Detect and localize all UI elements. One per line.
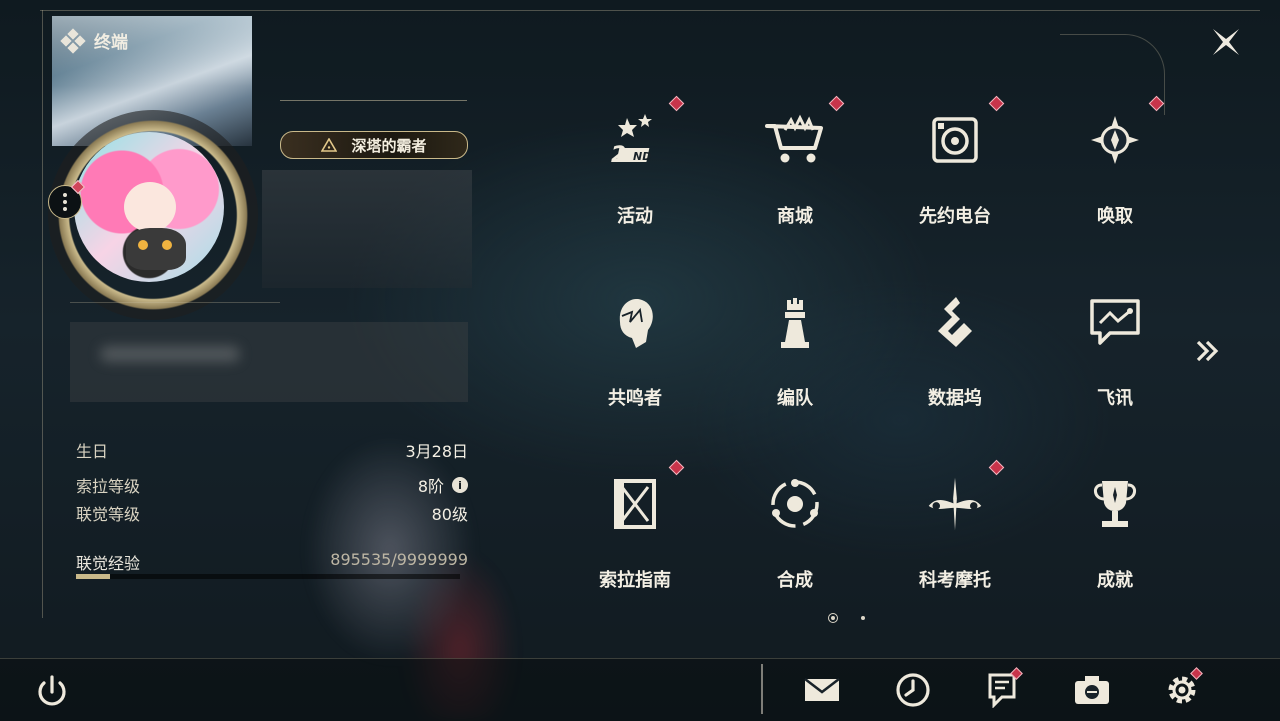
new-badge — [988, 459, 1005, 476]
terminal-logo-icon — [60, 27, 86, 54]
new-badge — [828, 95, 845, 112]
menu-item-radio[interactable]: 先约电台 — [875, 84, 1035, 264]
stat-label: 索拉等级 — [76, 477, 141, 496]
menu-item-synthesis[interactable]: 合成 — [715, 448, 875, 628]
menu-item-label: 飞讯 — [1097, 388, 1133, 409]
page-dot-active[interactable] — [828, 613, 838, 623]
title-badge-label: 深塔的霸者 — [351, 136, 427, 155]
notice-button[interactable] — [982, 667, 1023, 710]
menu-item-messages[interactable]: 飞讯 — [1035, 266, 1195, 446]
svg-text:ND: ND — [633, 150, 651, 163]
clock-icon — [896, 673, 930, 707]
info-icon[interactable]: i — [452, 477, 468, 493]
power-button[interactable] — [32, 672, 72, 712]
motorbike-icon — [925, 474, 985, 534]
camera-button[interactable] — [1072, 670, 1112, 710]
terminal-header: 终端 — [60, 27, 128, 54]
menu-item-shop[interactable]: 商城 — [715, 84, 875, 264]
next-page-button[interactable] — [1193, 336, 1223, 366]
menu-item-label: 索拉指南 — [599, 570, 671, 591]
title-divider — [280, 100, 467, 101]
new-badge — [668, 459, 685, 476]
guide-book-icon — [605, 474, 665, 534]
data-bank-icon — [925, 292, 985, 352]
frame-line-left — [42, 10, 43, 618]
event-2nd-icon: 2 ND — [605, 110, 665, 170]
time-button[interactable] — [893, 670, 933, 710]
title-badge[interactable]: 深塔的霸者 — [280, 131, 468, 159]
avatar[interactable] — [74, 132, 224, 282]
menu-item-label: 先约电台 — [919, 206, 991, 227]
camera-icon — [1075, 676, 1109, 704]
stat-value: 80级 — [431, 505, 468, 524]
resonator-head-icon — [605, 292, 665, 352]
stat-sol-level: 索拉等级 8阶 i — [76, 471, 468, 499]
warning-triangle-icon — [321, 138, 338, 152]
close-icon — [1213, 29, 1239, 55]
stat-label: 生日 — [76, 442, 109, 461]
menu-item-resonators[interactable]: 共鸣者 — [555, 266, 715, 446]
menu-item-guidebook[interactable]: 索拉指南 — [555, 448, 715, 628]
double-chevron-right-icon — [1196, 340, 1219, 362]
menu-item-label: 共鸣者 — [608, 388, 662, 409]
mail-button[interactable] — [802, 670, 842, 710]
menu-item-label: 科考摩托 — [919, 570, 991, 591]
menu-item-data-bank[interactable]: 数据坞 — [875, 266, 1035, 446]
exp-progress-fill — [76, 574, 111, 579]
menu-item-achievements[interactable]: 成就 — [1035, 448, 1195, 628]
exp-label: 联觉经验 — [76, 554, 141, 573]
new-badge — [668, 95, 685, 112]
menu-item-label: 成就 — [1097, 570, 1133, 591]
settings-button[interactable] — [1162, 667, 1203, 710]
shop-cart-icon — [765, 110, 825, 170]
hidden-signature-block — [70, 322, 468, 402]
profile-divider — [70, 302, 280, 303]
synthesis-icon — [765, 474, 825, 534]
power-icon — [38, 675, 66, 706]
stat-value-wrap: 8阶 i — [418, 473, 468, 497]
exp-progress-bar — [76, 574, 460, 579]
page-dot[interactable] — [861, 616, 865, 620]
new-badge — [1148, 95, 1165, 112]
mail-icon — [804, 678, 840, 701]
team-chess-icon — [765, 292, 825, 352]
message-chat-icon — [1085, 292, 1145, 352]
stat-label: 联觉等级 — [76, 505, 141, 524]
close-button[interactable] — [1206, 22, 1246, 62]
menu-item-motorbike[interactable]: 科考摩托 — [875, 448, 1035, 628]
stat-union-level: 联觉等级 80级 — [76, 499, 468, 527]
menu-item-label: 合成 — [777, 570, 813, 591]
page-title: 终端 — [94, 33, 128, 53]
menu-item-label: 编队 — [777, 388, 813, 409]
frame-line-top — [40, 10, 1260, 11]
hidden-name-block — [262, 170, 472, 288]
menu-item-team[interactable]: 编队 — [715, 266, 875, 446]
menu-item-label: 数据坞 — [928, 388, 982, 409]
bottom-divider — [761, 664, 763, 714]
menu-item-label: 活动 — [617, 206, 653, 227]
stat-value: 8阶 — [417, 477, 444, 496]
menu-item-label: 唤取 — [1097, 206, 1133, 227]
convene-compass-icon — [1085, 110, 1145, 170]
radio-icon — [925, 110, 985, 170]
menu-item-label: 商城 — [777, 206, 813, 227]
menu-item-activity[interactable]: 2 ND 活动 — [555, 84, 715, 264]
stat-value: 3月28日 — [405, 442, 468, 461]
menu-grid: 2 ND 活动 商城 先约电台 — [555, 84, 1195, 604]
exp-value: 895535/9999999 — [330, 550, 468, 569]
new-badge — [988, 95, 1005, 112]
stat-birthday: 生日 3月28日 — [76, 436, 468, 464]
exp-row: 联觉经验 895535/9999999 — [76, 550, 468, 574]
page-indicator — [828, 612, 868, 624]
trophy-icon — [1085, 474, 1145, 534]
profile-stats: 生日 3月28日 索拉等级 8阶 i 联觉等级 80级 — [76, 436, 468, 527]
menu-item-convene[interactable]: 唤取 — [1035, 84, 1195, 264]
